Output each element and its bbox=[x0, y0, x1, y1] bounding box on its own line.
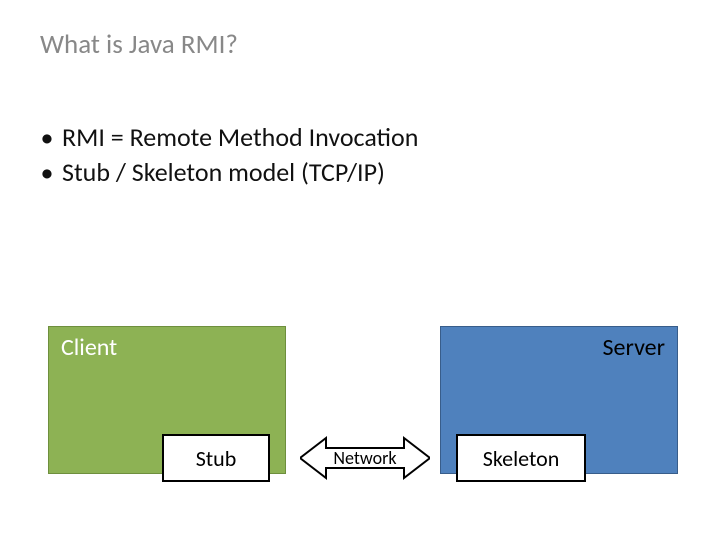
skeleton-label: Skeleton bbox=[483, 445, 560, 472]
bullet-dot-icon: • bbox=[40, 120, 54, 155]
skeleton-box: Skeleton bbox=[456, 434, 586, 482]
server-label: Server bbox=[603, 333, 665, 362]
list-item: • RMI = Remote Method Invocation bbox=[40, 120, 418, 155]
stub-label: Stub bbox=[196, 445, 237, 472]
bullet-text: RMI = Remote Method Invocation bbox=[62, 120, 418, 155]
bullet-dot-icon: • bbox=[40, 155, 54, 190]
bullet-text: Stub / Skeleton model (TCP/IP) bbox=[62, 155, 385, 190]
slide-title: What is Java RMI? bbox=[40, 28, 238, 61]
bullet-list: • RMI = Remote Method Invocation • Stub … bbox=[40, 120, 418, 190]
double-arrow-icon bbox=[300, 432, 430, 484]
stub-box: Stub bbox=[162, 434, 270, 482]
client-label: Client bbox=[61, 333, 117, 362]
list-item: • Stub / Skeleton model (TCP/IP) bbox=[40, 155, 418, 190]
